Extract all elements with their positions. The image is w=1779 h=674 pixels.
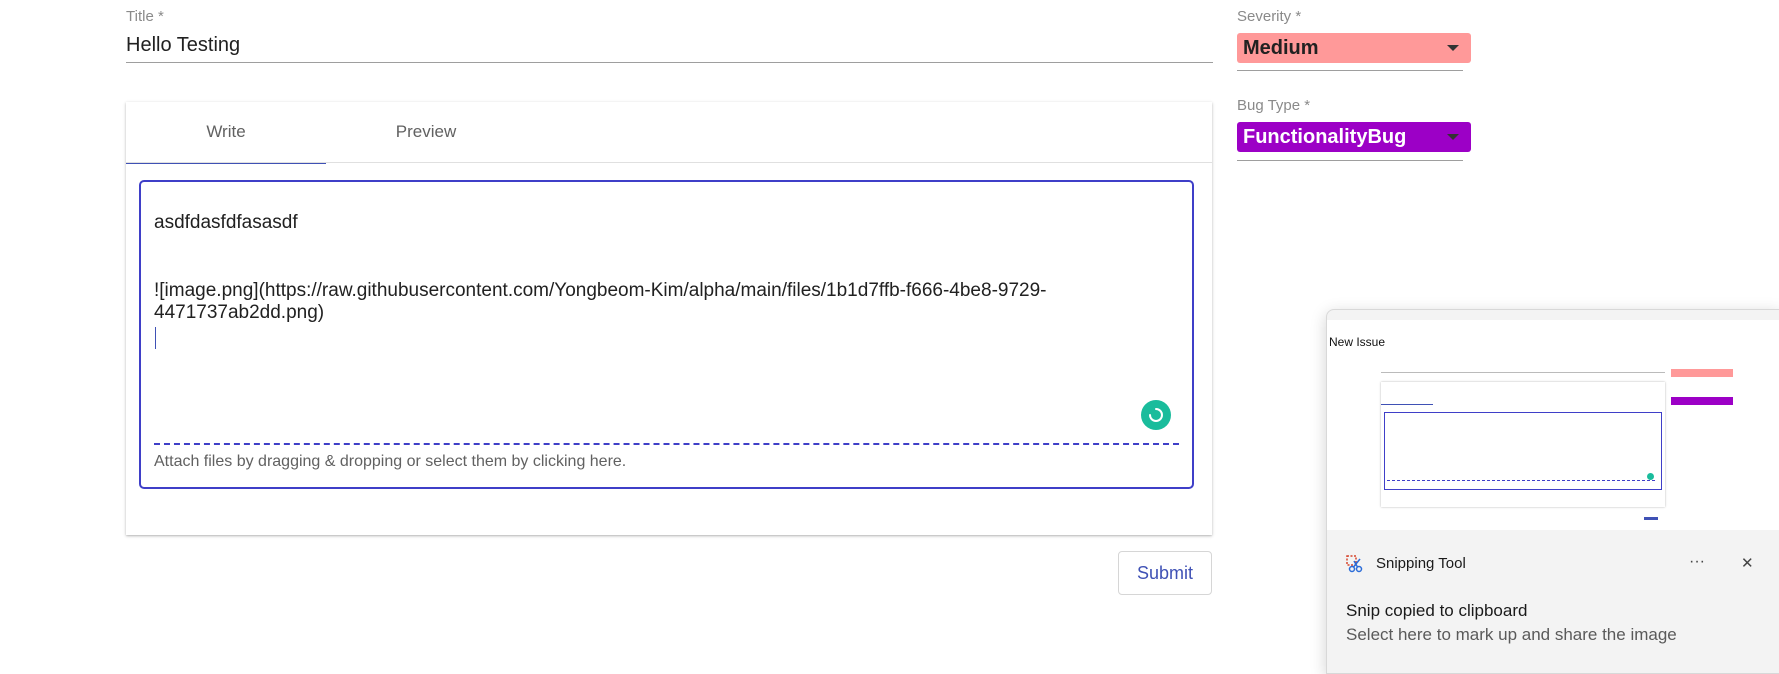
thumbnail-title-underline [1381,372,1665,373]
bug-type-value: FunctionalityBug [1243,125,1407,148]
thumbnail-dashed-line [1387,480,1655,481]
severity-label: Severity * [1237,8,1302,25]
text-caret [155,327,156,349]
tab-divider [126,162,1212,163]
chevron-down-icon [1447,134,1459,140]
severity-select[interactable]: Medium [1237,33,1471,63]
ellipsis-icon[interactable]: ··· [1689,553,1705,571]
tab-preview[interactable]: Preview [326,102,526,162]
title-label: Title * [126,8,164,25]
toast-app-name: Snipping Tool [1376,555,1466,572]
title-input[interactable] [126,28,1213,63]
submit-button[interactable]: Submit [1118,551,1212,595]
editor-text-line: ![image.png](https://raw.githubuserconte… [154,280,1047,301]
severity-underline [1237,70,1463,71]
editor-text-line: asdfdasfdfasasdf [154,212,298,233]
thumbnail-title: New Issue [1329,335,1386,349]
tab-write[interactable]: Write [126,102,326,164]
thumbnail-editor-box [1384,412,1662,490]
attach-divider [154,443,1179,445]
toast-body: Select here to mark up and share the ima… [1346,625,1677,644]
editor-text-line: 4471737ab2dd.png) [154,302,325,323]
markdown-textarea[interactable]: asdfdasfdfasasdf ![image.png](https://ra… [139,180,1194,489]
bug-type-label: Bug Type * [1237,97,1311,114]
snip-thumbnail[interactable]: New Issue [1327,320,1779,530]
attach-files-hint[interactable]: Attach files by dragging & dropping or s… [154,453,626,471]
thumbnail-tab-indicator [1381,404,1433,405]
thumbnail-spinner [1647,473,1654,480]
grammar-check-icon[interactable] [1141,400,1171,430]
thumbnail-bugtype [1671,397,1733,405]
bug-type-select[interactable]: FunctionalityBug [1237,122,1471,152]
description-editor-card: Write Preview asdfdasfdfasasdf ![image.p… [126,102,1212,535]
snipping-tool-icon [1346,555,1363,573]
snipping-tool-notification[interactable]: New Issue Snipping Tool ··· ✕ Snip copie… [1326,309,1779,674]
chevron-down-icon [1447,45,1459,51]
thumbnail-severity [1671,369,1733,377]
toast-headline: Snip copied to clipboard [1346,601,1528,620]
thumbnail-submit [1644,517,1658,520]
bug-type-underline [1237,160,1463,161]
close-icon[interactable]: ✕ [1741,554,1754,572]
severity-value: Medium [1243,36,1319,59]
